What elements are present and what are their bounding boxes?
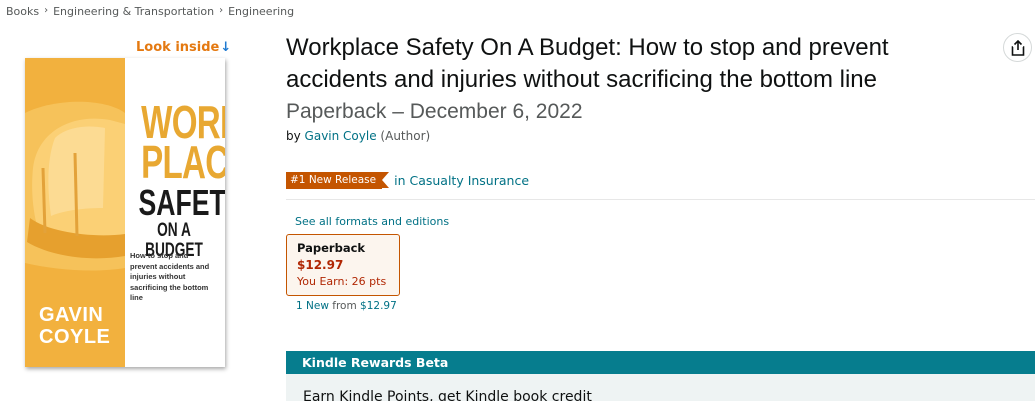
author-role: (Author)	[380, 129, 431, 143]
down-arrow-icon: ↓	[220, 40, 232, 55]
kindle-rewards-text: Earn Kindle Points, get Kindle book cred…	[303, 389, 592, 401]
divider	[286, 199, 1035, 200]
breadcrumb-separator: ›	[219, 5, 224, 16]
offers-price-link[interactable]: $12.97	[360, 300, 397, 312]
format-card-paperback[interactable]: Paperback $12.97 You Earn: 26 pts	[286, 234, 400, 296]
cover-title-work: WORK PLACE	[141, 99, 225, 188]
see-all-formats-link[interactable]: See all formats and editions	[295, 215, 449, 228]
look-inside-link[interactable]: Look inside↓	[136, 40, 231, 55]
author-link[interactable]: Gavin Coyle	[305, 129, 377, 143]
book-cover-image[interactable]: WORK PLACE SAFETY ON A BUDGET How to sto…	[25, 58, 225, 367]
breadcrumb-separator: ›	[44, 5, 49, 16]
breadcrumb-engineering-transportation[interactable]: Engineering & Transportation	[53, 5, 214, 18]
cover-title-line: PLACE	[141, 136, 225, 188]
kindle-rewards-header[interactable]: Kindle Rewards Beta	[286, 351, 1035, 374]
product-title: Workplace Safety On A Budget: How to sto…	[286, 34, 889, 93]
cover-title-safety: SAFETY	[138, 182, 225, 223]
byline: by Gavin Coyle (Author)	[286, 129, 430, 143]
category-link[interactable]: in Casualty Insurance	[394, 173, 529, 188]
best-seller-badge-row: #1 New Release in Casualty Insurance	[286, 172, 529, 189]
look-inside-label: Look inside	[136, 40, 220, 55]
share-icon	[1011, 39, 1024, 56]
offers-line: 1 New from $12.97	[296, 300, 397, 312]
cover-author: GAVIN COYLE	[39, 304, 119, 348]
edition-info: Paperback – December 6, 2022	[286, 100, 583, 123]
cover-author-line: GAVIN	[39, 304, 104, 326]
from-label: from	[332, 300, 357, 312]
kindle-rewards-body: Earn Kindle Points, get Kindle book cred…	[286, 374, 1035, 401]
format-name: Paperback	[297, 241, 366, 255]
cover-subtitle: How to stop and prevent accidents and in…	[130, 251, 210, 302]
by-label: by	[286, 129, 301, 143]
format-points: You Earn: 26 pts	[297, 275, 387, 288]
new-offers-link[interactable]: 1 New	[296, 300, 329, 312]
breadcrumb-books[interactable]: Books	[6, 5, 39, 18]
share-button[interactable]	[1003, 33, 1032, 62]
cover-author-line: COYLE	[39, 326, 111, 348]
new-release-badge[interactable]: #1 New Release	[286, 172, 390, 189]
breadcrumb-engineering[interactable]: Engineering	[228, 5, 294, 18]
format-price: $12.97	[297, 258, 344, 272]
breadcrumb: Books › Engineering & Transportation › E…	[6, 5, 294, 18]
